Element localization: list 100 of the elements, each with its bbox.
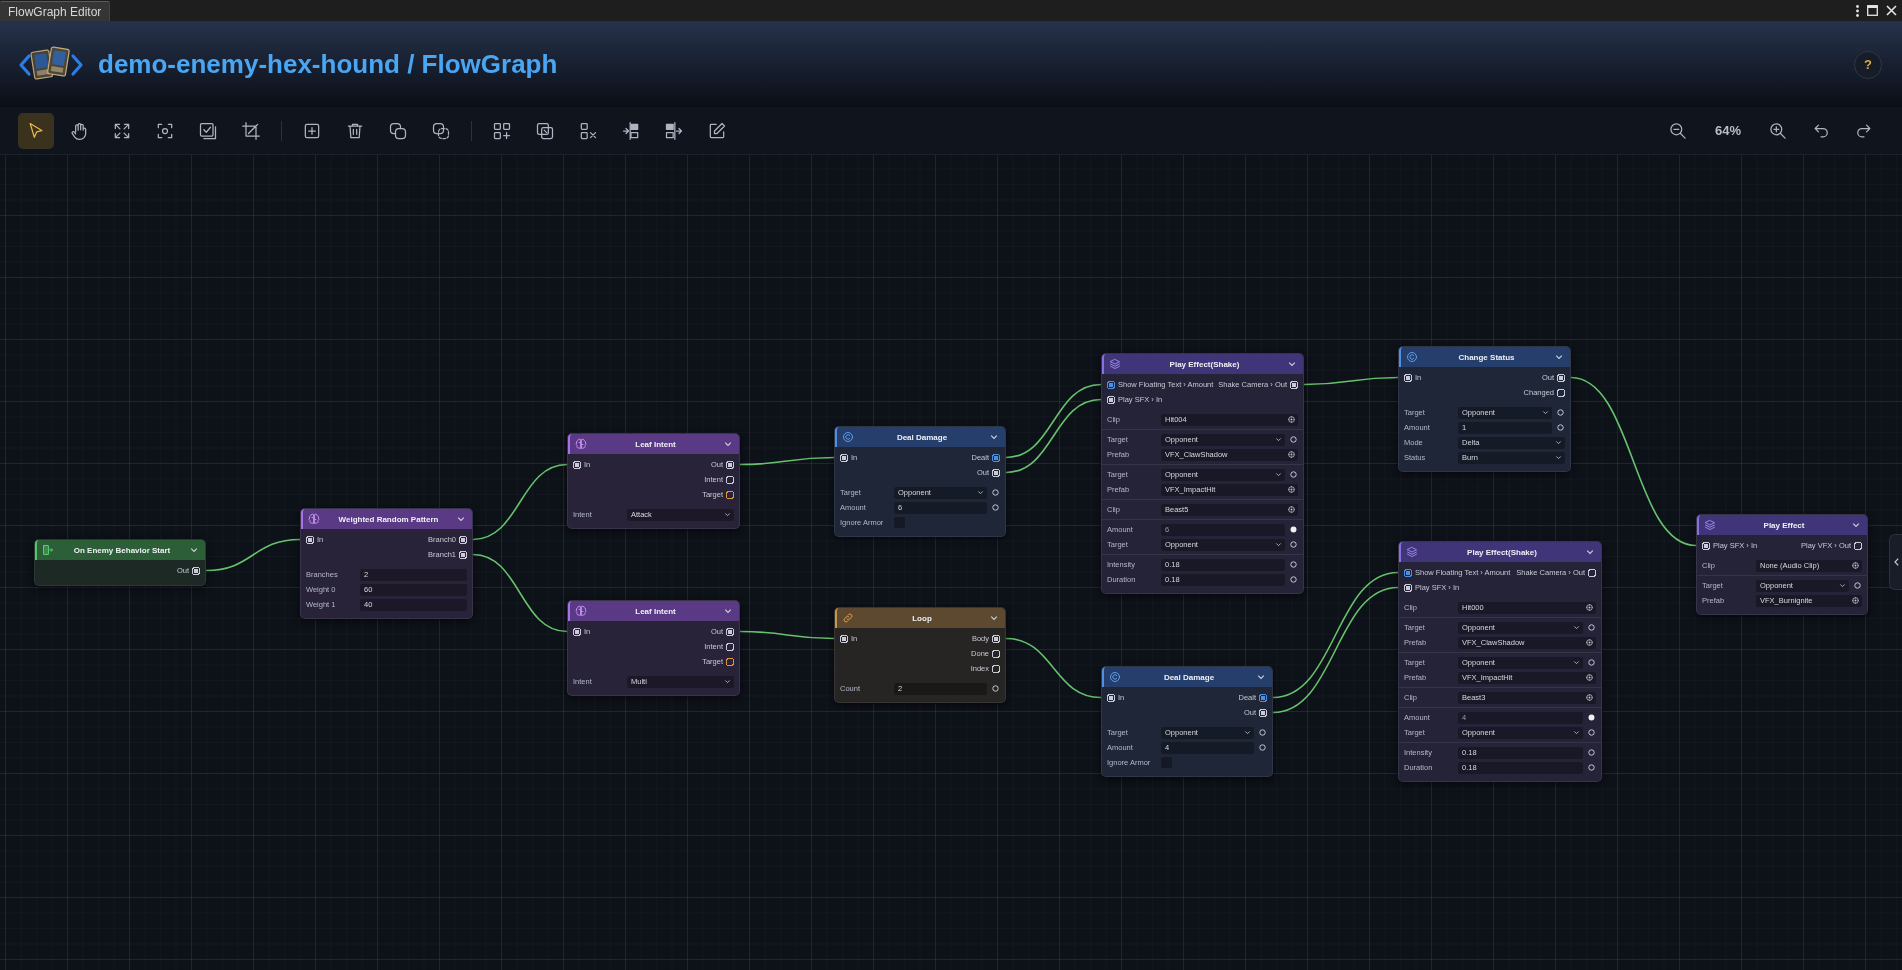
port-dot-icon[interactable] [306,535,314,544]
chevron-down-icon[interactable] [1852,521,1860,529]
port-dot-icon[interactable] [992,634,1000,643]
port-dot-icon[interactable] [1107,693,1115,702]
port-ring-icon[interactable] [1557,424,1564,431]
chevron-down-icon[interactable] [990,433,998,441]
port-ring-icon[interactable] [1588,624,1595,631]
zoom-level: 64% [1714,123,1741,138]
port-dot-icon[interactable] [1290,526,1297,533]
port-dot-icon[interactable] [1404,568,1412,577]
toolbar-button[interactable] [18,112,54,149]
crosshair-icon[interactable] [1288,486,1295,493]
chevron-down-icon[interactable] [1257,673,1265,681]
port-ring-icon[interactable] [1588,764,1595,771]
port-dot-icon[interactable] [459,550,467,559]
chevron-down-icon [1573,624,1580,631]
port-dot-icon[interactable] [573,627,581,636]
chevron-down-icon[interactable] [1586,548,1594,556]
kebab-menu-icon[interactable] [1856,4,1859,17]
crosshair-icon[interactable] [1586,674,1593,681]
chevron-down-icon[interactable] [457,515,465,523]
port-ring-icon[interactable] [1290,541,1297,548]
port-dot-icon[interactable] [992,468,1000,477]
port-ring-icon[interactable] [992,649,1000,658]
port-dot-icon[interactable] [992,453,1000,462]
node-header[interactable]: Leaf Intent [568,434,739,454]
port-dot-icon[interactable] [459,535,467,544]
chevron-down-icon[interactable] [724,440,732,448]
port-ring-icon[interactable] [726,490,734,499]
port-dot-icon[interactable] [1588,714,1595,721]
port-ring-icon[interactable] [1588,749,1595,756]
node-header[interactable]: Weighted Random Pattern [301,509,472,529]
port-ring-icon[interactable] [726,475,734,484]
port-dot-icon[interactable] [1404,583,1412,592]
node-header[interactable]: Deal Damage [835,427,1005,447]
node-header[interactable]: Change Status [1399,347,1570,367]
help-button[interactable]: ? [1854,50,1882,79]
node-header[interactable]: Play Effect [1697,515,1867,535]
port-ring-icon[interactable] [1259,744,1266,751]
port-dot-icon[interactable] [573,460,581,469]
port-ring-icon[interactable] [1290,561,1297,568]
node-header[interactable]: On Enemy Behavior Start [35,540,205,560]
chevron-down-icon[interactable] [190,546,198,554]
port-ring-icon[interactable] [1557,388,1565,397]
layers-icon [1109,358,1121,370]
node-header[interactable]: Play Effect(Shake) [1102,354,1303,374]
chevron-down-icon[interactable] [1555,353,1563,361]
crosshair-icon[interactable] [1288,506,1295,513]
port-ring-icon[interactable] [992,504,999,511]
port-dot-icon[interactable] [1404,373,1412,382]
crosshair-icon[interactable] [1852,562,1859,569]
port-ring-icon[interactable] [992,685,999,692]
chevron-down-icon[interactable] [990,614,998,622]
port-dot-icon[interactable] [1557,373,1565,382]
crosshair-icon[interactable] [1288,451,1295,458]
node-header[interactable]: Leaf Intent [568,601,739,621]
node-header[interactable]: Loop [835,608,1005,628]
port-ring-icon[interactable] [1854,582,1861,589]
crosshair-icon[interactable] [1586,604,1593,611]
crosshair-icon[interactable] [1586,694,1593,701]
port-ring-icon[interactable] [1588,568,1596,577]
port-ring-icon[interactable] [1290,576,1297,583]
node-header[interactable]: Deal Damage [1102,667,1272,687]
maximize-icon[interactable] [1867,5,1878,16]
port-ring-icon[interactable] [1854,541,1862,550]
port-dot-icon[interactable] [1107,380,1115,389]
port-ring-icon[interactable] [1588,659,1595,666]
port-ring-icon[interactable] [1290,471,1297,478]
port-ring-icon[interactable] [1557,409,1564,416]
editor-tab[interactable]: FlowGraph Editor [0,1,111,21]
chevron-down-icon [1275,541,1282,548]
port-ring-icon[interactable] [1588,729,1595,736]
port-dot-icon[interactable] [1259,708,1267,717]
port-dot-icon[interactable] [1290,380,1298,389]
node-header[interactable]: Play Effect(Shake) [1399,542,1601,562]
port-dot-icon[interactable] [840,453,848,462]
port-ring-icon[interactable] [992,664,1000,673]
port-dot-icon[interactable] [726,460,734,469]
port-dot-icon[interactable] [1702,541,1710,550]
crosshair-icon[interactable] [1586,639,1593,646]
port-ring-icon[interactable] [726,657,734,666]
port-dot-icon[interactable] [840,634,848,643]
port-dot-icon[interactable] [1107,395,1115,404]
port-dot-icon[interactable] [726,627,734,636]
port-ring-icon[interactable] [1259,729,1266,736]
port-ring-icon[interactable] [992,489,999,496]
close-icon[interactable] [1886,5,1897,16]
chevron-down-icon [977,489,984,496]
circle-c-icon [842,431,854,443]
graph-node[interactable] [1398,541,1602,782]
crosshair-icon[interactable] [1288,416,1295,423]
chevron-down-icon[interactable] [1288,360,1296,368]
port-ring-icon[interactable] [726,642,734,651]
chevron-down-icon[interactable] [724,607,732,615]
port-dot-icon[interactable] [1259,693,1267,702]
port-ring-icon[interactable] [1290,436,1297,443]
port-dot-icon[interactable] [192,566,200,575]
crosshair-icon[interactable] [1852,597,1859,604]
side-panel-toggle[interactable] [1889,534,1902,590]
graph-node[interactable] [1101,353,1304,594]
